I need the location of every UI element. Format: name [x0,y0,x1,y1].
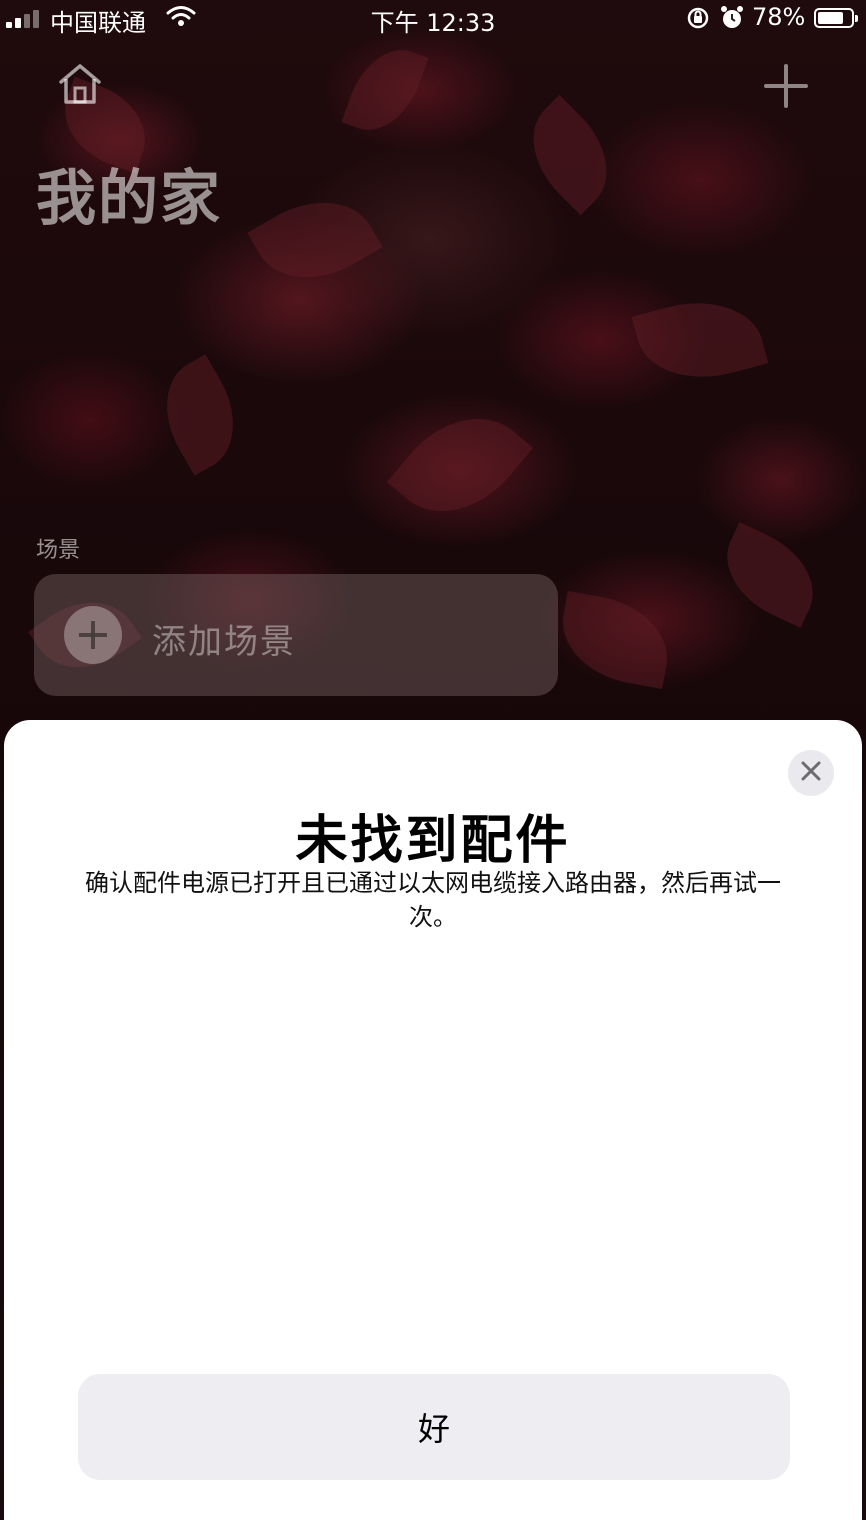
scenes-section-label: 场景 [36,538,81,563]
home-icon[interactable] [56,60,104,112]
add-scene-plus-icon [64,606,122,664]
ok-button[interactable]: 好 [78,1374,790,1480]
dialog-title: 未找到配件 [295,811,571,871]
battery-icon [814,8,858,28]
close-icon [800,760,822,786]
status-bar: 中国联通 下午 12:33 78% [0,0,866,37]
dialog-message: 确认配件电源已打开且已通过以太网电缆接入路由器，然后再试一次。 [85,869,781,931]
close-button[interactable] [788,750,834,796]
battery-percent: 78% [752,3,806,31]
accessory-not-found-sheet: 未找到配件 确认配件电源已打开且已通过以太网电缆接入路由器，然后再试一次。 好 [4,720,862,1520]
home-title: 我的家 [36,164,222,234]
add-scene-label: 添加场景 [152,622,296,662]
plus-icon[interactable] [762,62,810,114]
alarm-icon [720,5,744,37]
rotation-lock-icon [686,6,710,36]
add-scene-card[interactable]: 添加场景 [34,574,558,696]
